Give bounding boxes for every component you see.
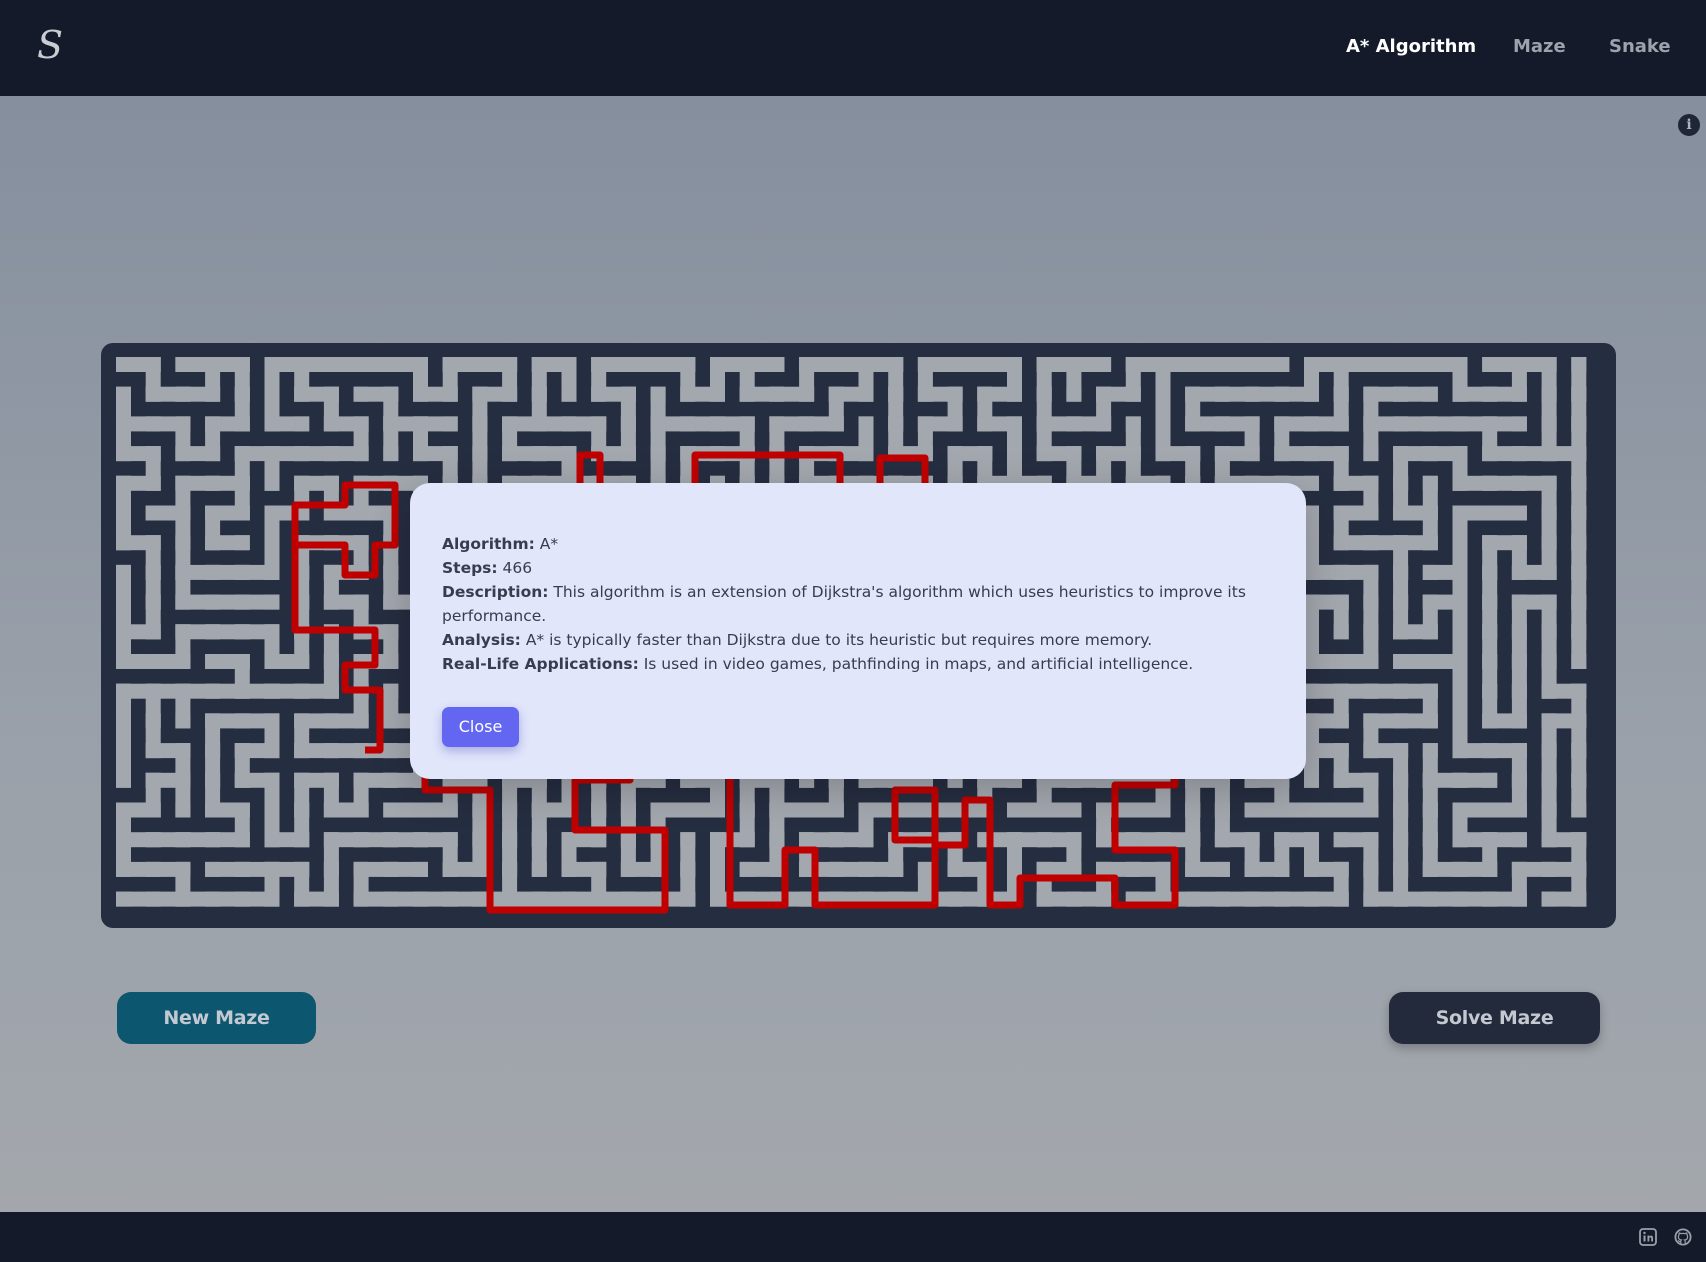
maze-cell: [205, 861, 221, 877]
maze-cell: [116, 891, 131, 907]
nav-item-a-star[interactable]: A* Algorithm: [1346, 36, 1476, 57]
maze-cell: [116, 564, 131, 580]
applications-label: Real-Life Applications:: [442, 655, 639, 673]
new-maze-button[interactable]: New Maze: [117, 992, 316, 1044]
footer: [0, 1212, 1706, 1262]
maze-cell: [175, 713, 191, 729]
maze-cell: [1422, 564, 1438, 580]
steps-label: Steps:: [442, 559, 498, 577]
maze-cell: [1214, 861, 1230, 877]
description-row: Description: This algorithm is an extens…: [442, 580, 1282, 628]
top-navbar: S A* Algorithm Maze Snake: [0, 0, 1706, 96]
linkedin-icon[interactable]: [1639, 1228, 1657, 1246]
info-icon[interactable]: i: [1678, 114, 1700, 136]
maze-cell: [1244, 802, 1260, 818]
algorithm-row: Algorithm: A*: [442, 532, 1282, 556]
maze-cell: [1571, 802, 1587, 818]
analysis-label: Analysis:: [442, 631, 521, 649]
maze-cell: [264, 475, 280, 491]
nav-item-maze[interactable]: Maze: [1513, 36, 1566, 57]
maze-cell: [116, 772, 131, 788]
maze-cell: [383, 802, 399, 818]
maze-cell: [413, 861, 428, 877]
maze-cell: [769, 357, 785, 372]
maze-cell: [264, 594, 280, 610]
maze-cell: [1511, 832, 1527, 848]
maze-cell: [1482, 357, 1498, 372]
maze-cell: [1482, 772, 1498, 788]
solution-path: [291, 481, 399, 754]
analysis-value: A* is typically faster than Dijkstra due…: [525, 631, 1153, 649]
maze-cell: [1511, 416, 1527, 432]
maze-cell: [1363, 446, 1379, 462]
close-button[interactable]: Close: [442, 707, 519, 747]
maze-cell: [1304, 683, 1319, 699]
maze-cell: [1304, 475, 1319, 491]
github-icon[interactable]: [1674, 1228, 1692, 1246]
maze-cell: [1274, 357, 1290, 372]
maze-cell: [1007, 802, 1022, 818]
algorithm-label: Algorithm:: [442, 535, 535, 553]
maze-cell: [234, 535, 250, 551]
maze-cell: [1393, 654, 1409, 669]
maze-cell: [116, 386, 131, 402]
maze-cell: [1422, 743, 1438, 759]
modal-content: Algorithm: A* Steps: 466 Description: Th…: [442, 532, 1282, 676]
maze-cell: [442, 416, 458, 432]
maze-cell: [1125, 416, 1141, 432]
maze-cell: [1066, 802, 1082, 818]
maze-cell: [680, 832, 696, 848]
maze-cell: [1511, 505, 1527, 521]
maze-cell: [1571, 654, 1587, 669]
maze-cell: [383, 446, 399, 462]
logo[interactable]: S: [30, 20, 70, 70]
maze-cell: [205, 654, 221, 669]
maze-cell: [1541, 891, 1557, 907]
maze-cell: [1422, 386, 1438, 402]
nav-item-snake[interactable]: Snake: [1609, 36, 1671, 57]
maze-cell: [1096, 357, 1112, 372]
maze-cell: [650, 386, 666, 402]
applications-row: Real-Life Applications: Is used in video…: [442, 652, 1282, 676]
maze-cell: [1333, 624, 1349, 640]
maze-cell: [1422, 475, 1438, 491]
maze-cell: [145, 505, 161, 521]
maze-cell: [294, 416, 310, 432]
algorithm-info-modal: Algorithm: A* Steps: 466 Description: Th…: [410, 483, 1306, 779]
maze-cell: [1333, 832, 1349, 848]
solve-maze-button[interactable]: Solve Maze: [1389, 992, 1600, 1044]
maze-cell: [561, 386, 577, 402]
maze-cell: [383, 683, 399, 699]
analysis-row: Analysis: A* is typically faster than Di…: [442, 628, 1282, 652]
algorithm-value: A*: [539, 535, 559, 553]
maze-cell: [1571, 357, 1587, 372]
maze-cell: [917, 861, 933, 877]
applications-value: Is used in video games, pathfinding in m…: [643, 655, 1194, 673]
maze-cell: [531, 861, 547, 877]
maze-cell: [353, 386, 369, 402]
maze-cell: [858, 416, 874, 432]
description-label: Description:: [442, 583, 549, 601]
steps-row: Steps: 466: [442, 556, 1282, 580]
maze-cell: [1066, 386, 1082, 402]
maze-cell: [175, 357, 191, 372]
steps-value: 466: [502, 559, 533, 577]
description-value: This algorithm is an extension of Dijkst…: [442, 583, 1246, 625]
maze-cell: [175, 802, 191, 818]
maze-cell: [1304, 772, 1319, 788]
maze-cell: [739, 861, 755, 877]
